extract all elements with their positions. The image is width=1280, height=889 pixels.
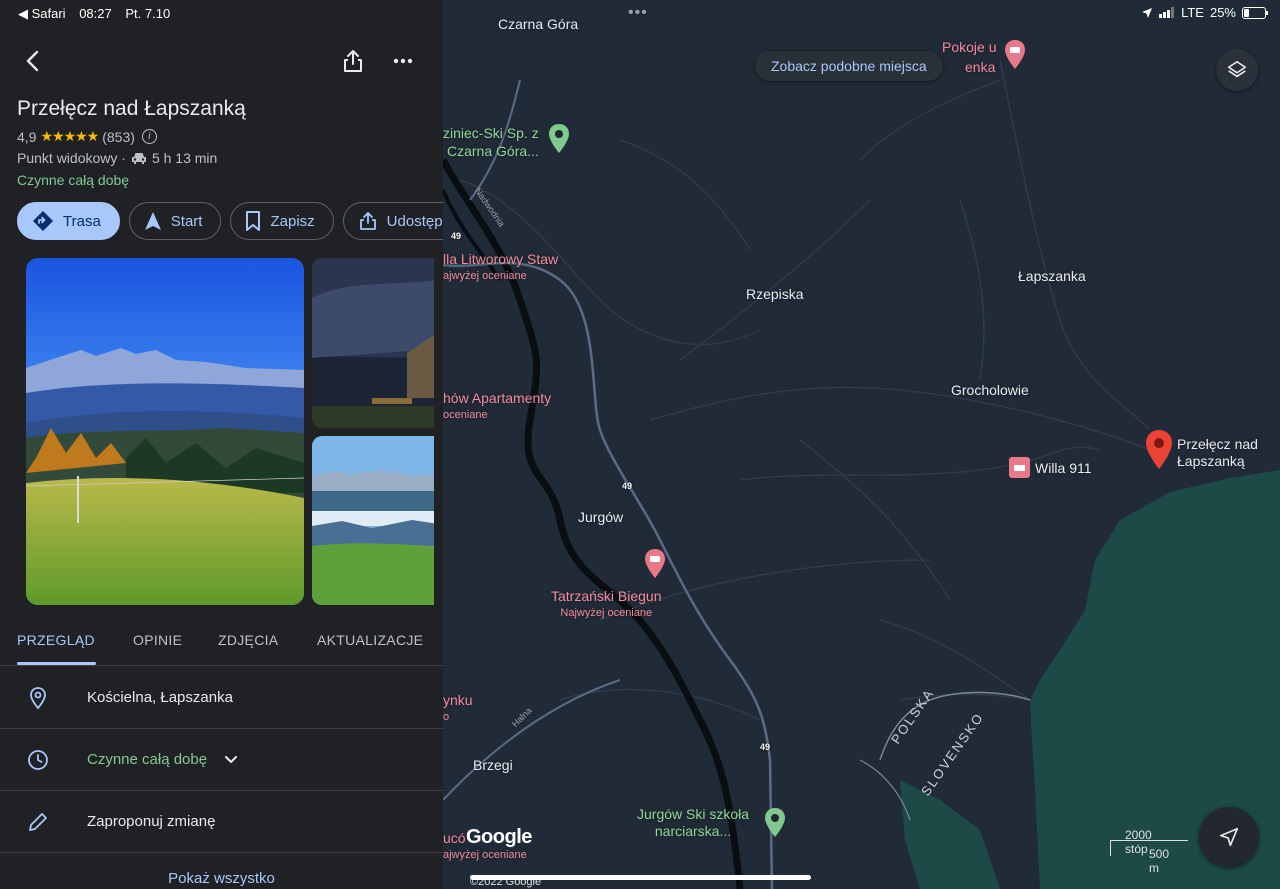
selected-place-label[interactable]: Przełęcz nad Łapszanką <box>1177 436 1258 470</box>
chevron-down-icon[interactable] <box>223 753 239 767</box>
tab-updates[interactable]: AKTUALIZACJE <box>317 632 423 648</box>
status-date: Pt. 7.10 <box>125 6 171 21</box>
photo-strip-edge <box>434 250 443 620</box>
panorama-photo <box>312 436 443 605</box>
town-label: Grocholowie <box>951 382 1029 398</box>
suggest-edit-row[interactable]: Zaproponuj zmianę <box>0 791 443 853</box>
signal-icon <box>1159 7 1175 18</box>
category-row: Punkt widokowy · 5 h 13 min <box>17 150 217 166</box>
town-label: Łapszanka <box>1018 268 1086 284</box>
poi-pokoje-tail[interactable]: enka <box>965 59 995 76</box>
show-all-link[interactable]: Pokaż wszystko <box>0 870 443 887</box>
location-pin-icon <box>30 687 46 710</box>
hours-text: Czynne całą dobę <box>87 751 208 768</box>
poi-willa-911[interactable]: Willa 911 <box>1035 460 1092 477</box>
pencil-icon <box>29 813 47 831</box>
drive-time: 5 h 13 min <box>151 150 218 166</box>
more-options-icon[interactable] <box>390 48 416 74</box>
navigation-icon <box>144 212 161 230</box>
share-icon <box>359 212 376 230</box>
star-rating-icon: ★★★★★ <box>40 128 99 144</box>
bookmark-icon <box>246 211 261 231</box>
poi-tatrzanski-biegun[interactable]: Tatrzański Biegun Najwyżej oceniane <box>551 588 662 622</box>
poi-jurgow-ski[interactable]: Jurgów Ski szkoła narciarska... <box>637 806 749 840</box>
road-number: 49 <box>451 231 462 241</box>
home-indicator[interactable] <box>470 875 811 880</box>
poi-apartamenty[interactable]: hów Apartamenty oceniane <box>443 390 551 424</box>
tab-reviews[interactable]: OPINIE <box>133 632 182 648</box>
scale-meters: 500 m <box>1149 847 1170 875</box>
hotel-pin-icon[interactable] <box>1005 40 1025 70</box>
similar-places-chip[interactable]: Zobacz podobne miejsca <box>755 51 943 81</box>
active-tab-indicator <box>17 662 96 665</box>
mountain-meadow-photo <box>26 258 304 605</box>
road-number: 49 <box>622 481 633 491</box>
hours-row[interactable]: Czynne całą dobę <box>0 729 443 791</box>
town-label: Brzegi <box>473 757 513 773</box>
address-text: Kościelna, Łapszanka <box>87 689 233 706</box>
clock-icon <box>28 750 48 770</box>
poi-ski-1[interactable]: ziniec-Ski Sp. z <box>443 125 539 142</box>
battery-icon <box>1242 6 1268 19</box>
back-to-app[interactable]: ◀ Safari <box>18 6 66 21</box>
town-label: Rzepiska <box>746 286 804 302</box>
multitask-dots[interactable]: ••• <box>628 4 648 22</box>
selected-place-pin-icon[interactable] <box>1146 430 1172 470</box>
town-label: Jurgów <box>578 509 624 525</box>
save-label: Zapisz <box>270 212 315 230</box>
navigation-arrow-icon <box>1219 827 1239 847</box>
place-title: Przełęcz nad Łapszanką <box>17 97 246 120</box>
network-type: LTE <box>1181 5 1204 20</box>
place-photo-3[interactable] <box>312 436 443 605</box>
layers-icon <box>1227 60 1247 78</box>
address-row[interactable]: Kościelna, Łapszanka <box>0 667 443 729</box>
scale-feet: 2000 stóp <box>1125 828 1152 856</box>
hotel-icon[interactable] <box>1009 457 1030 478</box>
share-label: Udostępnij <box>386 212 443 230</box>
save-button[interactable]: Zapisz <box>230 202 334 240</box>
place-details-panel: Przełęcz nad Łapszanką 4,9 ★★★★★ (853) i… <box>0 0 443 889</box>
my-location-button[interactable] <box>1199 807 1259 867</box>
suggest-edit-text: Zaproponuj zmianę <box>87 813 216 830</box>
ski-pin-icon[interactable] <box>549 124 569 154</box>
rating-row[interactable]: 4,9 ★★★★★ (853) i <box>17 128 157 145</box>
dusk-cabin-photo <box>312 258 443 428</box>
car-icon <box>131 153 146 164</box>
status-time: 08:27 <box>79 6 112 21</box>
share-icon[interactable] <box>340 48 366 74</box>
action-buttons: Trasa Start Zapisz Udostępnij <box>17 202 443 240</box>
location-arrow-icon <box>1142 7 1153 18</box>
ski-pin-icon[interactable] <box>765 808 785 838</box>
place-tabs: PRZEGLĄD OPINIE ZDJĘCIA AKTUALIZACJE <box>0 622 443 666</box>
place-photo-main[interactable] <box>26 258 304 605</box>
town-label: Czarna Góra <box>498 16 579 32</box>
status-bar-right: LTE 25% <box>1141 5 1268 20</box>
poi-ynku[interactable]: ynku o <box>443 692 473 726</box>
directions-label: Trasa <box>63 212 101 230</box>
tab-photos[interactable]: ZDJĘCIA <box>218 632 278 648</box>
google-logo: Google <box>466 826 532 848</box>
directions-icon <box>33 211 53 231</box>
tab-overview[interactable]: PRZEGLĄD <box>17 632 95 648</box>
open-status: Czynne całą dobę <box>17 172 130 188</box>
status-bar-left: ◀ Safari 08:27 Pt. 7.10 <box>18 6 180 22</box>
poi-pokoje[interactable]: Pokoje u <box>942 39 996 56</box>
start-label: Start <box>170 212 203 230</box>
share-place-button[interactable]: Udostępnij <box>342 202 443 240</box>
poi-willa-litworowy[interactable]: lla Litworowy Staw ajwyżej oceniane <box>443 251 558 285</box>
road-number: 49 <box>760 742 771 752</box>
info-icon[interactable]: i <box>141 129 157 144</box>
layers-button[interactable] <box>1216 49 1258 91</box>
battery-percent: 25% <box>1209 5 1236 20</box>
review-count: (853) <box>102 128 135 145</box>
rating-value: 4,9 <box>17 128 37 145</box>
start-button[interactable]: Start <box>128 202 222 240</box>
hotel-pin-icon[interactable] <box>645 549 665 579</box>
place-category: Punkt widokowy · <box>17 150 126 166</box>
directions-button[interactable]: Trasa <box>17 202 120 240</box>
poi-ski-2[interactable]: Czarna Góra... <box>447 143 539 160</box>
back-arrow-icon[interactable] <box>20 48 46 74</box>
place-photo-2[interactable] <box>312 258 443 428</box>
